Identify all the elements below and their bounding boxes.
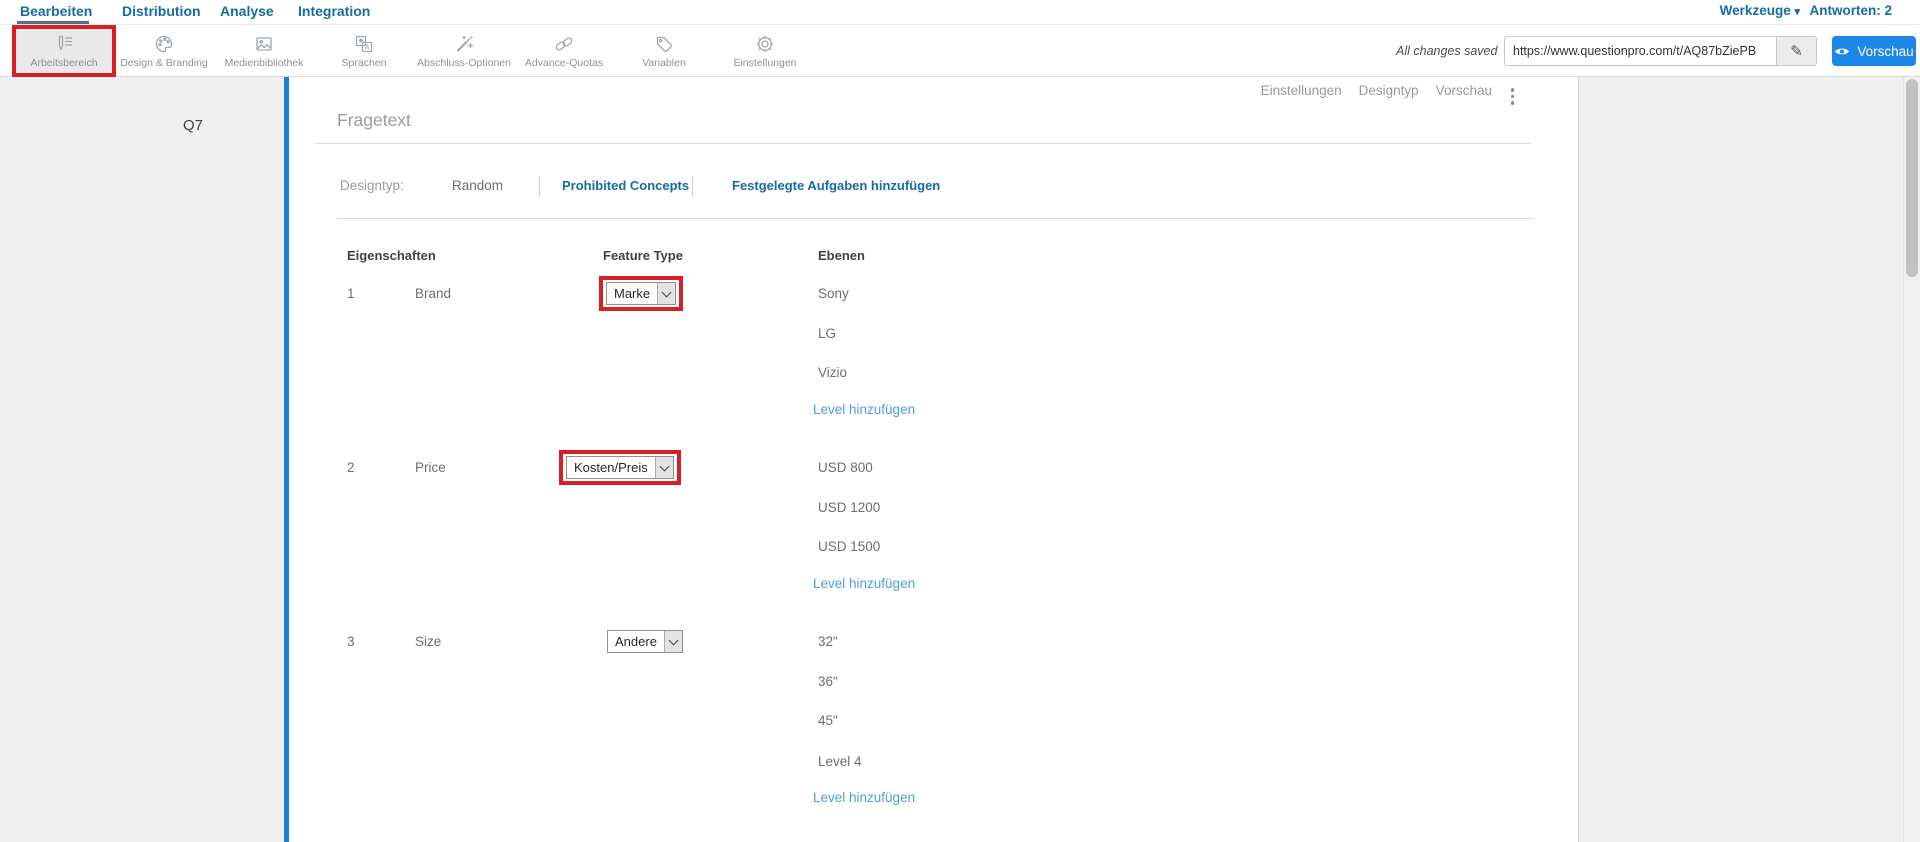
menu-vorschau[interactable]: Vorschau <box>1436 83 1492 98</box>
level-item[interactable]: USD 1200 <box>818 500 880 515</box>
survey-url-input[interactable] <box>1505 37 1776 65</box>
gear-icon <box>756 35 774 53</box>
toolbar-item-medienbibliothek[interactable]: Medienbibliothek <box>214 25 314 77</box>
select-value: Kosten/Preis <box>574 460 648 475</box>
vertical-scrollbar[interactable] <box>1903 77 1920 842</box>
more-options-icon[interactable] <box>1509 86 1517 107</box>
menu-designtyp[interactable]: Designtyp <box>1359 83 1419 98</box>
select-chevron-icon[interactable] <box>657 283 676 304</box>
toolbar-item-einstellungen[interactable]: Einstellungen <box>715 25 815 77</box>
preview-button-label: Vorschau <box>1857 43 1914 59</box>
toolbar-item-advance-quotas[interactable]: Advance-Quotas <box>514 25 614 77</box>
tag-icon <box>656 36 673 53</box>
feature-type-select-brand[interactable]: Marke <box>606 282 677 305</box>
palette-icon <box>155 35 173 53</box>
antworten-count[interactable]: Antworten: 2 <box>1810 3 1893 18</box>
add-level-link[interactable]: Level hinzufügen <box>813 576 915 591</box>
level-item[interactable]: Level 4 <box>818 754 862 769</box>
divider <box>692 176 693 196</box>
sidebar-question-q7[interactable]: Q7 <box>183 117 203 134</box>
question-editor-panel: Einstellungen Designtyp Vorschau Fragete… <box>289 77 1579 842</box>
question-header-menu: Einstellungen Designtyp Vorschau <box>1261 83 1492 98</box>
werkzeuge-label: Werkzeuge <box>1719 3 1791 18</box>
preview-button[interactable]: Vorschau <box>1832 36 1916 66</box>
chevron-down-icon: ▾ <box>1794 6 1800 18</box>
toolbar: Arbeitsbereich Design & Branding Medienb… <box>0 25 1920 77</box>
select-chevron-icon[interactable] <box>654 457 673 478</box>
feature-name[interactable]: Price <box>415 460 446 475</box>
active-tab-underline <box>17 21 89 24</box>
toolbar-item-label: Design & Branding <box>120 57 208 69</box>
survey-url-group: ✎ <box>1504 36 1817 66</box>
divider <box>539 176 540 196</box>
red-highlight-box: Kosten/Preis <box>559 450 681 485</box>
fixed-tasks-link[interactable]: Festgelegte Aufgaben hinzufügen <box>732 178 940 193</box>
row-number: 3 <box>347 634 355 649</box>
toolbar-item-variablen[interactable]: Variablen <box>614 25 714 77</box>
col-header-ebenen: Ebenen <box>818 248 865 263</box>
table-top-border <box>337 218 1533 219</box>
level-item[interactable]: 45" <box>818 713 838 728</box>
toolbar-item-label: Medienbibliothek <box>224 57 304 69</box>
toolbar-item-label: Arbeitsbereich <box>30 57 98 69</box>
toolbar-item-label: Einstellungen <box>733 57 797 69</box>
nav-tab-bearbeiten[interactable]: Bearbeiten <box>20 3 92 19</box>
level-item[interactable]: Sony <box>818 286 849 301</box>
chain-icon <box>555 37 573 51</box>
question-text-placeholder[interactable]: Fragetext <box>337 110 411 131</box>
toolbar-item-design-branding[interactable]: Design & Branding <box>114 25 214 77</box>
pencil-icon: ✎ <box>1790 43 1803 60</box>
level-item[interactable]: USD 800 <box>818 460 873 475</box>
toolbar-item-label: Advance-Quotas <box>524 57 604 69</box>
toolbar-item-sprachen[interactable]: A Sprachen <box>314 25 414 77</box>
feature-type-select-price[interactable]: Kosten/Preis <box>566 456 674 479</box>
level-item[interactable]: LG <box>818 326 836 341</box>
level-item[interactable]: 36" <box>818 674 838 689</box>
toolbar-item-label: Sprachen <box>341 57 387 69</box>
select-value: Andere <box>615 634 657 649</box>
add-level-link[interactable]: Level hinzufügen <box>813 402 915 417</box>
add-level-link[interactable]: Level hinzufügen <box>813 790 915 805</box>
eye-icon <box>1835 48 1850 54</box>
workspace-icon <box>58 35 73 51</box>
nav-tab-distribution[interactable]: Distribution <box>122 3 201 19</box>
level-item[interactable]: 32" <box>818 634 838 649</box>
nav-tab-integration[interactable]: Integration <box>298 3 370 19</box>
top-nav-bar: Bearbeiten Distribution Analyse Integrat… <box>0 0 1920 25</box>
col-header-eigenschaften: Eigenschaften <box>347 248 436 263</box>
col-header-feature-type: Feature Type <box>603 248 683 263</box>
question-text-underline <box>315 143 1531 144</box>
save-status-text: All changes saved <box>1396 44 1498 58</box>
red-highlight-box: Marke <box>599 276 684 311</box>
media-library-icon <box>256 37 272 51</box>
toolbar-item-label: Abschluss-Optionen <box>417 57 511 69</box>
edit-url-button[interactable]: ✎ <box>1776 37 1816 65</box>
scrollbar-thumb[interactable] <box>1906 79 1918 277</box>
select-chevron-icon[interactable] <box>663 631 682 652</box>
level-item[interactable]: USD 1500 <box>818 539 880 554</box>
row-number: 2 <box>347 460 355 475</box>
wand-icon <box>457 35 474 52</box>
menu-einstellungen[interactable]: Einstellungen <box>1261 83 1342 98</box>
feature-name[interactable]: Brand <box>415 286 451 301</box>
toolbar-item-arbeitsbereich[interactable]: Arbeitsbereich <box>12 25 116 77</box>
languages-icon: A <box>355 35 373 53</box>
prohibited-concepts-link[interactable]: Prohibited Concepts <box>562 178 689 193</box>
werkzeuge-menu[interactable]: Werkzeuge ▾ <box>1720 3 1800 18</box>
svg-text:A: A <box>364 43 369 52</box>
feature-name[interactable]: Size <box>415 634 441 649</box>
row-number: 1 <box>347 286 355 301</box>
nav-tab-analyse[interactable]: Analyse <box>220 3 274 19</box>
designtyp-value[interactable]: Random <box>452 178 503 193</box>
level-item[interactable]: Vizio <box>818 365 847 380</box>
designtyp-label: Designtyp: <box>340 178 404 193</box>
toolbar-item-label: Variablen <box>642 57 686 69</box>
select-value: Marke <box>614 286 651 301</box>
feature-type-select-size[interactable]: Andere <box>607 630 683 653</box>
toolbar-item-abschluss-optionen[interactable]: Abschluss-Optionen <box>414 25 514 77</box>
